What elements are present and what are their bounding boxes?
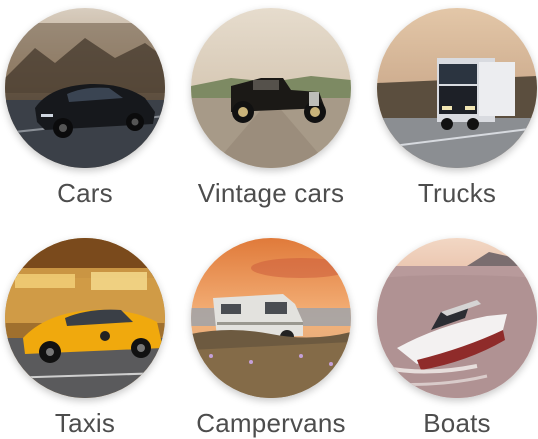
boat-photo-icon[interactable]: [377, 238, 537, 398]
category-trucks[interactable]: Trucks: [372, 8, 538, 209]
campervan-photo-icon[interactable]: [191, 238, 351, 398]
category-taxis[interactable]: Taxis: [0, 238, 170, 439]
category-label: Campervans: [196, 408, 346, 438]
category-campervans[interactable]: Campervans: [186, 238, 356, 439]
category-cars[interactable]: Cars: [0, 8, 170, 209]
category-vintage-cars[interactable]: Vintage cars: [186, 8, 356, 209]
truck-photo-icon[interactable]: [377, 8, 537, 168]
category-grid: Cars Vintage cars Trucks Taxis Campervan…: [0, 0, 538, 439]
category-label: Cars: [57, 178, 113, 208]
category-label: Boats: [423, 408, 491, 438]
car-photo-icon[interactable]: [5, 8, 165, 168]
category-label: Trucks: [417, 178, 497, 208]
taxi-photo-icon[interactable]: [5, 238, 165, 398]
vintage-car-photo-icon[interactable]: [191, 8, 351, 168]
category-boats[interactable]: Boats: [372, 238, 538, 439]
category-label: Vintage cars: [197, 178, 345, 208]
category-label: Taxis: [54, 408, 116, 438]
